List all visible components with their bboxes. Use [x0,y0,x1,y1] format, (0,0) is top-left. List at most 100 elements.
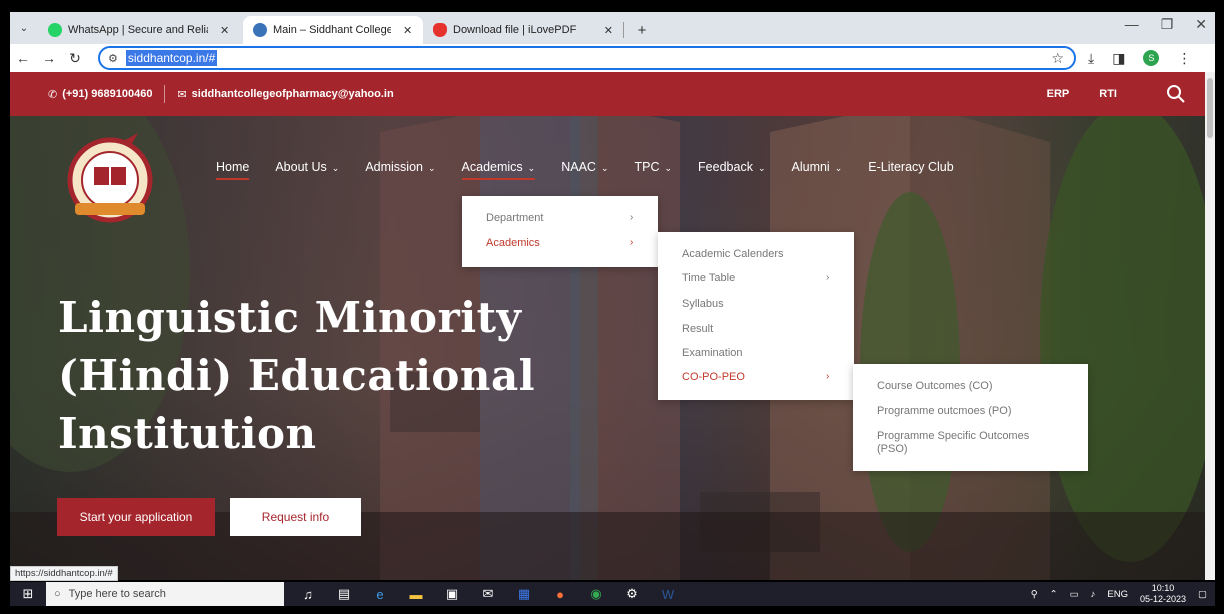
college-logo[interactable] [60,125,160,225]
main-navigation: Home About Us ⌄ Admission ⌄ Academics ⌄ NAA… [216,160,980,180]
tab-search-chevron-icon[interactable]: ⌄ [10,14,38,42]
language-indicator[interactable]: ENG [1107,589,1128,600]
calendar-app-icon[interactable]: ▦ [516,586,532,602]
clock-date: 05-12-2023 [1139,594,1187,604]
window-controls: — ❐ ✕ [1125,16,1207,33]
menu-item-pso-label[interactable]: (PSO) [877,443,908,455]
taskbar-search-placeholder: Type here to search [68,588,166,600]
menu-item-department[interactable]: Department [486,212,543,224]
email-address[interactable]: siddhantcollegeofpharmacy@yahoo.in [192,88,394,100]
new-tab-button[interactable]: + [630,18,654,42]
task-view-icon[interactable]: ▤ [336,586,352,602]
menu-item-syllabus[interactable]: Syllabus [682,298,724,310]
minimize-icon[interactable]: — [1125,16,1139,33]
chevron-down-icon: ⌄ [331,163,340,173]
menu-item-academic-calenders[interactable]: Academic Calenders [682,248,784,260]
nav-label: Admission [365,160,423,174]
menu-item-programme-specific-outcomes[interactable]: Programme Specific Outcomes [877,430,1029,442]
tab-whatsapp[interactable]: WhatsApp | Secure and Reliable ✕ [38,16,243,44]
academics-dropdown: Department › Academics › [462,196,658,267]
settings-gear-icon[interactable]: ⚙ [624,586,640,602]
nav-admission[interactable]: Admission ⌄ [365,160,435,174]
back-icon[interactable]: ← [10,50,36,66]
chevron-right-icon: › [630,237,634,248]
tab-title: Main – Siddhant College of Pha [273,24,391,36]
browser-toolbar: ← → ↻ ⚙ siddhantcop.in/# ☆ ⤓ ◨ S ⋮ [10,44,1215,72]
mail-app-icon[interactable]: ✉ [480,586,496,602]
tab-ilovepdf[interactable]: Download file | iLovePDF ✕ [423,16,623,44]
download-icon[interactable]: ⤓ [1088,50,1094,67]
bookmark-star-icon[interactable]: ☆ [1051,50,1064,67]
reload-icon[interactable]: ↻ [62,50,88,67]
hero-line: Institution [58,409,317,458]
people-icon[interactable]: ⚲ [1031,589,1038,600]
address-bar[interactable]: ⚙ siddhantcop.in/# ☆ [98,46,1076,70]
windows-start-icon[interactable]: ⊞ [10,586,46,602]
request-info-button[interactable]: Request info [230,498,361,536]
tab-close-icon[interactable]: ✕ [403,24,412,37]
scrollbar-thumb[interactable] [1207,78,1213,138]
rti-link[interactable]: RTI [1099,88,1117,100]
heart-favicon-icon [433,23,447,37]
search-icon[interactable] [1147,72,1205,116]
tab-title: Download file | iLovePDF [453,24,577,36]
edge-browser-icon[interactable]: e [372,587,388,602]
start-application-button[interactable]: Start your application [57,498,215,536]
notification-icon[interactable]: ▢ [1198,589,1207,600]
tab-siddhant-college[interactable]: Main – Siddhant College of Pha ✕ [243,16,423,44]
nav-feedback[interactable]: Feedback ⌄ [698,160,765,174]
network-icon[interactable]: ▭ [1070,589,1079,600]
site-info-icon[interactable]: ⚙ [108,52,118,65]
menu-item-time-table[interactable]: Time Table [682,272,735,284]
menu-item-academics[interactable]: Academics [486,237,540,249]
status-bar-url: https://siddhantcop.in/# [10,566,118,581]
nav-about-us[interactable]: About Us ⌄ [275,160,339,174]
nav-home[interactable]: Home [216,160,250,180]
taskbar-apps: ♫ ▤ e ▬ ▣ ✉ ▦ ● ◉ ⚙ W [300,586,676,602]
forward-icon[interactable]: → [36,50,62,66]
volume-icon[interactable]: ♪ [1091,589,1096,600]
browser-menu-icon[interactable]: ⋮ [1177,50,1191,67]
tray-chevron-up-icon[interactable]: ⌃ [1050,589,1058,600]
co-po-peo-submenu: Course Outcomes (CO) Programme outcmoes … [853,364,1088,471]
menu-item-co-po-peo[interactable]: CO-PO-PEO [682,371,745,383]
hero-line: Linguistic Minority [58,293,522,342]
system-tray: ⚲ ⌃ ▭ ♪ ENG 10:10 05-12-2023 ▢ [1031,582,1215,606]
url-text[interactable]: siddhantcop.in/# [125,50,218,66]
word-app-icon[interactable]: W [660,587,676,602]
window-close-icon[interactable]: ✕ [1195,16,1207,33]
hero-line: (Hindi) Educational [58,351,536,400]
file-explorer-icon[interactable]: ▬ [408,587,424,602]
search-circle-icon: ○ [54,588,61,600]
clock[interactable]: 10:10 05-12-2023 [1140,583,1186,605]
store-icon[interactable]: ▣ [444,586,460,602]
menu-item-examination[interactable]: Examination [682,347,743,359]
erp-link[interactable]: ERP [1047,88,1070,100]
page-scrollbar[interactable] [1205,72,1215,580]
wordpress-favicon-icon [253,23,267,37]
chevron-down-icon: ⌄ [834,163,843,173]
chevron-down-icon: ⌄ [600,163,609,173]
maximize-icon[interactable]: ❐ [1161,16,1174,33]
chevron-down-icon: ⌄ [527,163,536,173]
tab-separator [623,22,624,38]
divider [164,85,166,103]
whatsapp-favicon-icon [48,23,62,37]
taskbar-search-input[interactable]: ○ Type here to search [46,582,284,606]
nav-academics[interactable]: Academics ⌄ [461,160,536,180]
menu-item-programme-outcomes[interactable]: Programme outcmoes (PO) [877,405,1011,417]
nav-naac[interactable]: NAAC ⌄ [561,160,608,174]
menu-item-result[interactable]: Result [682,323,713,335]
tab-close-icon[interactable]: ✕ [604,24,613,37]
side-panel-icon[interactable]: ◨ [1112,50,1125,67]
nav-e-literacy-club[interactable]: E-Literacy Club [868,160,953,174]
nav-tpc[interactable]: TPC ⌄ [635,160,673,174]
profile-avatar-icon[interactable]: S [1143,50,1160,66]
tab-close-icon[interactable]: ✕ [220,24,229,37]
chrome-icon[interactable]: ◉ [588,586,604,602]
microphone-icon[interactable]: ♫ [300,587,316,602]
menu-item-course-outcomes[interactable]: Course Outcomes (CO) [877,380,993,392]
firefox-icon[interactable]: ● [552,587,568,602]
phone-number[interactable]: (+91) 9689100460 [62,88,152,100]
nav-alumni[interactable]: Alumni ⌄ [792,160,843,174]
